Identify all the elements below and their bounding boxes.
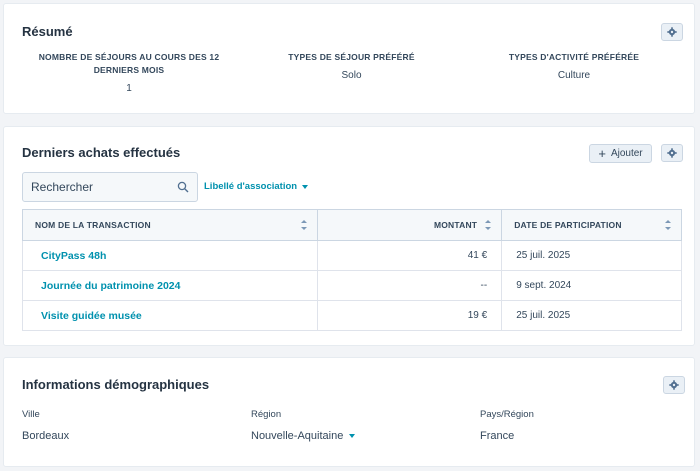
purchases-card: Derniers achats effectués + Ajouter Libe…: [3, 126, 695, 346]
search-icon[interactable]: [177, 181, 189, 193]
add-button-label: Ajouter: [610, 148, 643, 159]
sort-icon[interactable]: [485, 220, 492, 230]
demographic-country-value-text: France: [480, 430, 515, 442]
demographic-city-value-text: Bordeaux: [22, 430, 70, 442]
association-filter-label: Libellé d'association: [204, 181, 298, 192]
transaction-name-cell: Visite guidée musée: [21, 300, 319, 331]
summary-stays-label-line2: DERNIERS MOIS: [93, 65, 165, 75]
demographic-city-label: Ville: [22, 409, 40, 420]
summary-card: Résumé NOMBRE DE SÉJOURS AU COURS DES 12…: [3, 3, 695, 114]
transaction-amount-cell: 19 €: [317, 300, 503, 331]
demographic-city: Ville Bordeaux: [22, 409, 69, 442]
purchases-title: Derniers achats effectués: [22, 145, 181, 160]
transaction-link[interactable]: Journée du patrimoine 2024: [41, 280, 180, 292]
demographics-title: Informations démographiques: [22, 377, 210, 392]
column-header-name[interactable]: NOM DE LA TRANSACTION: [21, 209, 319, 241]
table-header-row: NOM DE LA TRANSACTION MONTANT DATE DE PA…: [21, 209, 682, 241]
caret-down-icon: [302, 184, 309, 189]
purchases-settings-button[interactable]: [661, 144, 683, 162]
demographic-country-label: Pays/Région: [480, 409, 534, 420]
summary-stays-label-line1: NOMBRE DE SÉJOURS AU COURS DES 12: [38, 52, 220, 62]
column-header-date[interactable]: DATE DE PARTICIPATION: [501, 209, 682, 241]
plus-icon: +: [598, 145, 606, 161]
demographics-settings-button[interactable]: [663, 376, 685, 394]
table-row: Visite guidée musée 19 € 25 juil. 2025: [21, 300, 682, 331]
association-filter-dropdown[interactable]: Libellé d'association: [204, 181, 309, 192]
sort-icon[interactable]: [301, 220, 308, 230]
summary-stays-label: NOMBRE DE SÉJOURS AU COURS DES 12 DERNIE…: [34, 51, 224, 77]
region-dropdown[interactable]: Nouvelle-Aquitaine: [251, 430, 356, 442]
search-box: [22, 172, 198, 202]
search-input[interactable]: [31, 180, 177, 194]
column-header-date-label: DATE DE PARTICIPATION: [514, 220, 622, 230]
transaction-name-cell: Journée du patrimoine 2024: [21, 270, 319, 301]
caret-down-icon: [349, 434, 356, 438]
table-row: Journée du patrimoine 2024 -- 9 sept. 20…: [21, 270, 682, 301]
demographic-region-value: Nouvelle-Aquitaine: [251, 430, 344, 442]
transaction-amount-cell: 41 €: [317, 240, 503, 271]
transaction-link[interactable]: Visite guidée musée: [41, 310, 142, 322]
transaction-date-cell: 9 sept. 2024: [501, 270, 682, 301]
gear-icon: [667, 27, 677, 37]
summary-settings-button[interactable]: [661, 23, 683, 41]
transaction-date-cell: 25 juil. 2025: [501, 240, 682, 271]
demographic-country: Pays/Région France: [480, 409, 534, 442]
column-header-name-label: NOM DE LA TRANSACTION: [35, 220, 151, 230]
summary-title: Résumé: [22, 24, 73, 39]
column-header-amount-label: MONTANT: [433, 220, 478, 230]
summary-activity-type-value: Culture: [557, 70, 591, 81]
demographics-card: Informations démographiques Ville Bordea…: [3, 357, 695, 467]
summary-stays-value: 1: [126, 83, 132, 94]
summary-activity-type: TYPES D'ACTIVITÉ PRÉFÉRÉE Culture: [494, 51, 654, 81]
table-row: CityPass 48h 41 € 25 juil. 2025: [21, 240, 682, 271]
transactions-table: NOM DE LA TRANSACTION MONTANT DATE DE PA…: [21, 209, 682, 331]
summary-stay-type-value: Solo: [341, 70, 362, 81]
gear-icon: [667, 148, 677, 158]
demographic-region: Région Nouvelle-Aquitaine: [251, 409, 356, 442]
summary-stays-count: NOMBRE DE SÉJOURS AU COURS DES 12 DERNIE…: [34, 51, 224, 94]
add-button[interactable]: + Ajouter: [589, 144, 652, 163]
summary-stay-type: TYPES DE SÉJOUR PRÉFÉRÉ Solo: [274, 51, 429, 81]
summary-activity-type-label: TYPES D'ACTIVITÉ PRÉFÉRÉE: [508, 52, 640, 62]
demographic-region-label: Région: [251, 409, 282, 420]
transaction-date-cell: 25 juil. 2025: [501, 300, 682, 331]
transaction-link[interactable]: CityPass 48h: [41, 250, 106, 262]
sort-icon[interactable]: [665, 220, 671, 230]
summary-stay-type-label: TYPES DE SÉJOUR PRÉFÉRÉ: [288, 52, 415, 62]
column-header-amount[interactable]: MONTANT: [317, 209, 503, 241]
demographic-country-value: France: [480, 430, 534, 442]
gear-icon: [669, 380, 679, 390]
demographic-city-value: Bordeaux: [22, 430, 69, 442]
transaction-name-cell: CityPass 48h: [21, 240, 319, 271]
transaction-amount-cell: --: [317, 270, 503, 301]
